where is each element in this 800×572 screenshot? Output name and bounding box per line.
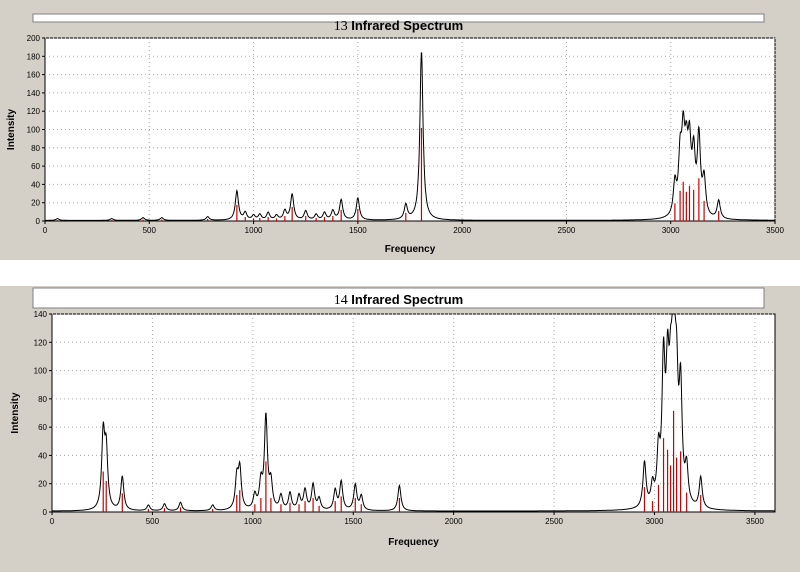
x-tick-label: 3500 — [766, 226, 784, 235]
chart-title-number: 14 — [334, 293, 352, 308]
x-tick-label: 3500 — [746, 517, 764, 526]
y-tick-label: 80 — [38, 395, 47, 404]
x-tick-label: 3000 — [646, 517, 664, 526]
x-tick-label: 1000 — [244, 517, 262, 526]
chart-title-text: Infrared Spectrum — [351, 18, 463, 33]
spectrum-panel-13: 13 Infrared Spectrum 0 500 1000 1500 2000 2500… — [0, 0, 800, 260]
y-tick-label: 100 — [27, 126, 41, 135]
x-tick-label: 2500 — [558, 226, 576, 235]
y-tick-label: 120 — [34, 338, 48, 347]
x-axis-label: Frequency — [385, 244, 436, 255]
panel-separator — [0, 260, 800, 286]
y-tick-label: 80 — [31, 144, 40, 153]
x-tick-label: 1500 — [349, 226, 367, 235]
y-tick-label: 0 — [36, 217, 41, 226]
x-tick-label: 2000 — [453, 226, 471, 235]
spectrum-panel-14: 14 Infrared Spectrum 0 500 1000 1500 2000 2500… — [0, 286, 800, 572]
y-tick-label: 200 — [27, 34, 41, 43]
y-axis-label: Intensity — [10, 392, 21, 434]
y-tick-label: 60 — [38, 423, 47, 432]
spectrum-chart-14: 14 Infrared Spectrum0 500 1000 1500 2000 2500… — [10, 287, 776, 548]
x-tick-label: 500 — [143, 226, 157, 235]
x-axis-label: Frequency — [388, 537, 439, 548]
y-tick-label: 20 — [31, 199, 40, 208]
x-tick-label: 1500 — [344, 517, 362, 526]
chart-title: 14 Infrared Spectrum — [334, 292, 463, 308]
x-tick-label: 2000 — [445, 517, 463, 526]
x-tick-label: 0 — [50, 517, 55, 526]
y-tick-label: 140 — [34, 310, 48, 319]
x-tick-label: 1000 — [245, 226, 263, 235]
chart-title-text: Infrared Spectrum — [351, 292, 463, 307]
y-tick-label: 0 — [43, 508, 48, 517]
y-tick-label: 40 — [31, 180, 40, 189]
y-tick-label: 60 — [31, 162, 40, 171]
chart-title: 13 Infrared Spectrum — [334, 18, 463, 34]
y-tick-label: 160 — [27, 71, 41, 80]
y-tick-label: 40 — [38, 451, 47, 460]
chart-title-number: 13 — [334, 19, 352, 34]
y-axis-label: Intensity — [6, 109, 17, 151]
y-tick-label: 180 — [27, 52, 41, 61]
y-tick-label: 100 — [34, 367, 48, 376]
x-tick-label: 2500 — [545, 517, 563, 526]
y-tick-label: 20 — [38, 480, 47, 489]
y-tick-label: 140 — [27, 89, 41, 98]
x-tick-label: 0 — [43, 226, 48, 235]
spectrum-chart-13: 13 Infrared Spectrum0 500 1000 1500 2000 2500… — [6, 13, 784, 255]
x-tick-label: 3000 — [662, 226, 680, 235]
x-tick-label: 500 — [146, 517, 160, 526]
y-tick-label: 120 — [27, 107, 41, 116]
